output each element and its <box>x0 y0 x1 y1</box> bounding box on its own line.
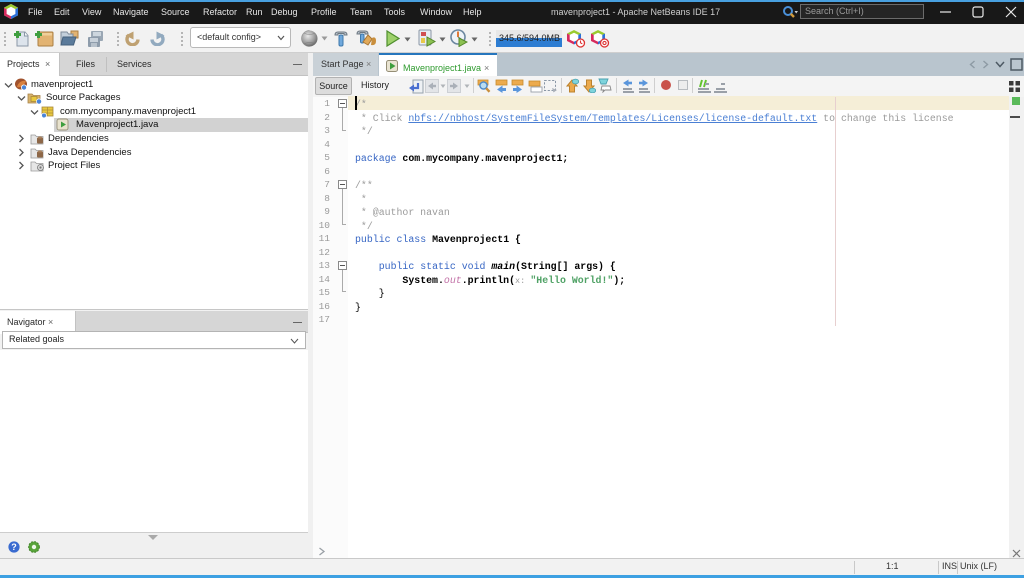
svg-text:?: ? <box>11 542 17 552</box>
